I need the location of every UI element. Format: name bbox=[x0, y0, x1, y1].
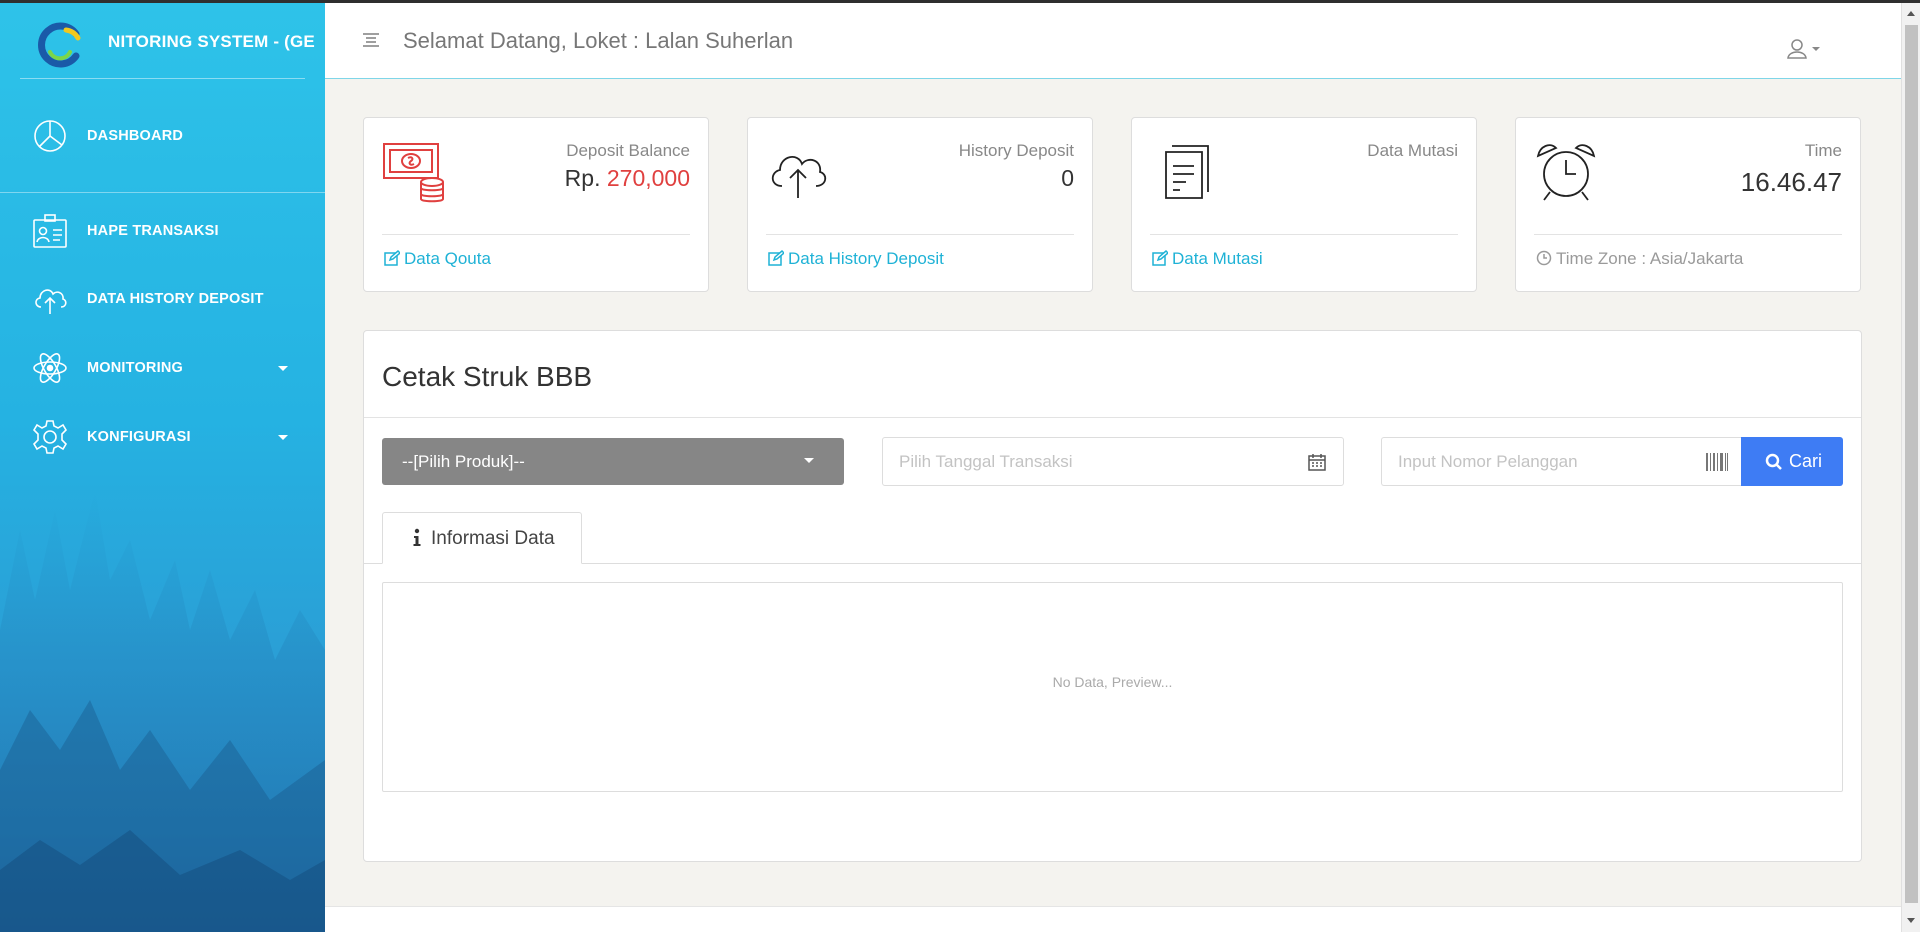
sidebar: NITORING SYSTEM - (GE DASHBOARD HAPE TRA… bbox=[0, 0, 325, 932]
product-select[interactable]: --[Pilih Produk]-- bbox=[382, 438, 844, 485]
search-icon bbox=[1765, 453, 1782, 470]
time-card: Time 16.46.47 Time Zone : Asia/Jakarta bbox=[1515, 117, 1861, 292]
alarm-clock-icon bbox=[1536, 144, 1596, 201]
brand: NITORING SYSTEM - (GE bbox=[0, 0, 325, 80]
sidebar-item-hape-transaksi[interactable]: HAPE TRANSAKSI bbox=[0, 205, 325, 255]
search-button-label: Cari bbox=[1789, 451, 1823, 471]
clock-value: 16.46.47 bbox=[1740, 167, 1842, 197]
brand-logo-icon[interactable] bbox=[36, 22, 82, 68]
product-select-value: --[Pilih Produk]-- bbox=[402, 452, 525, 471]
card-label: Data Mutasi bbox=[1367, 141, 1458, 160]
id-card-icon bbox=[33, 214, 67, 248]
divider bbox=[1150, 234, 1458, 235]
tab-divider bbox=[364, 563, 1861, 564]
divider bbox=[0, 192, 325, 193]
history-deposit-value: 0 bbox=[1061, 165, 1074, 191]
clock-icon bbox=[1536, 250, 1552, 266]
customer-number-input[interactable] bbox=[1398, 452, 1698, 472]
transaction-date-field bbox=[882, 437, 1344, 486]
sidebar-item-dashboard[interactable]: DASHBOARD bbox=[0, 110, 325, 160]
time-zone-text: Time Zone : Asia/Jakarta bbox=[1536, 249, 1743, 269]
menu-toggle-icon[interactable] bbox=[363, 33, 379, 47]
tab-label: Informasi Data bbox=[431, 528, 555, 549]
gear-icon bbox=[32, 420, 68, 454]
customer-number-field bbox=[1381, 437, 1742, 486]
welcome-text: Selamat Datang, Loket : Lalan Suherlan bbox=[403, 28, 794, 53]
vertical-scrollbar[interactable] bbox=[1901, 3, 1920, 932]
data-mutasi-link[interactable]: Data Mutasi bbox=[1152, 249, 1263, 269]
scroll-down-arrow-icon[interactable] bbox=[1907, 918, 1915, 923]
chevron-down-icon bbox=[278, 366, 288, 371]
scrollbar-thumb[interactable] bbox=[1905, 25, 1918, 903]
divider bbox=[364, 417, 1861, 418]
sidebar-item-label: DASHBOARD bbox=[87, 128, 184, 144]
user-menu-icon[interactable] bbox=[1783, 36, 1827, 62]
pie-chart-icon bbox=[34, 120, 66, 152]
sidebar-item-monitoring[interactable]: MONITORING bbox=[0, 342, 325, 392]
card-link-label: Data Mutasi bbox=[1172, 249, 1263, 268]
data-history-deposit-link[interactable]: Data History Deposit bbox=[768, 249, 944, 269]
card-link-label: Data History Deposit bbox=[788, 249, 944, 268]
sidebar-item-label: HAPE TRANSAKSI bbox=[87, 223, 219, 239]
money-coins-icon bbox=[383, 143, 444, 203]
cetak-struk-panel: Cetak Struk BBB --[Pilih Produk]-- Cari bbox=[363, 330, 1862, 862]
transaction-date-input[interactable] bbox=[899, 452, 1279, 472]
divider bbox=[20, 78, 305, 79]
panel-title: Cetak Struk BBB bbox=[382, 361, 593, 392]
window-top-border bbox=[0, 0, 1920, 3]
divider bbox=[766, 234, 1074, 235]
card-label: History Deposit bbox=[958, 141, 1074, 160]
data-qouta-link[interactable]: Data Qouta bbox=[384, 249, 491, 269]
calendar-icon[interactable] bbox=[1307, 452, 1327, 472]
sidebar-item-konfigurasi[interactable]: KONFIGURASI bbox=[0, 411, 325, 461]
barcode-icon[interactable] bbox=[1706, 453, 1728, 471]
divider bbox=[1534, 234, 1842, 235]
edit-icon bbox=[768, 250, 784, 266]
edit-icon bbox=[1152, 250, 1168, 266]
time-zone-label: Time Zone : Asia/Jakarta bbox=[1556, 249, 1744, 268]
cloud-upload-icon bbox=[771, 156, 827, 198]
card-link-label: Data Qouta bbox=[404, 249, 491, 268]
tab-informasi-data[interactable]: Informasi Data bbox=[382, 512, 582, 564]
search-button[interactable]: Cari bbox=[1741, 437, 1843, 486]
history-deposit-card: History Deposit 0 Data History Deposit bbox=[747, 117, 1093, 292]
sidebar-item-label: KONFIGURASI bbox=[87, 429, 191, 445]
top-navbar: Selamat Datang, Loket : Lalan Suherlan bbox=[325, 3, 1901, 79]
currency-prefix: Rp. bbox=[564, 165, 601, 191]
data-preview-area: No Data, Preview... bbox=[382, 582, 1843, 792]
info-icon bbox=[413, 528, 421, 546]
sidebar-item-data-history-deposit[interactable]: DATA HISTORY DEPOSIT bbox=[0, 273, 325, 323]
app-title: NITORING SYSTEM - (GE bbox=[108, 32, 315, 51]
balance-amount: 270,000 bbox=[606, 165, 690, 191]
edit-icon bbox=[384, 250, 400, 266]
card-label: Time bbox=[1804, 141, 1842, 160]
scroll-up-arrow-icon[interactable] bbox=[1907, 11, 1915, 16]
chevron-down-icon bbox=[804, 458, 814, 463]
forest-background-image bbox=[0, 490, 325, 932]
atom-icon bbox=[33, 353, 67, 383]
data-mutasi-card: Data Mutasi Data Mutasi bbox=[1131, 117, 1477, 292]
card-label: Deposit Balance bbox=[566, 141, 690, 160]
sidebar-item-label: DATA HISTORY DEPOSIT bbox=[87, 291, 264, 307]
empty-state-text: No Data, Preview... bbox=[1052, 674, 1173, 690]
deposit-balance-value: Rp. 270,000 bbox=[565, 165, 690, 192]
cloud-upload-icon bbox=[35, 289, 67, 314]
divider bbox=[382, 234, 690, 235]
sidebar-item-label: MONITORING bbox=[87, 360, 183, 376]
footer bbox=[325, 906, 1901, 932]
deposit-balance-card: Deposit Balance Rp. 270,000 Data Qouta bbox=[363, 117, 709, 292]
documents-icon bbox=[1165, 145, 1209, 199]
chevron-down-icon bbox=[278, 435, 288, 440]
